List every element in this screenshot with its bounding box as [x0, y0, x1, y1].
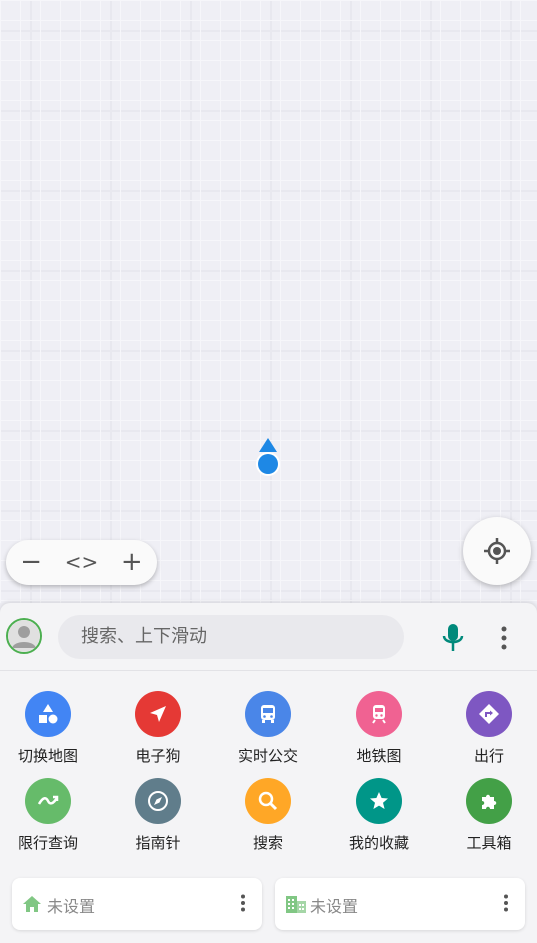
tool-label: 搜索	[252, 834, 283, 852]
star-icon	[356, 778, 402, 824]
shapes-icon	[25, 691, 71, 737]
puzzle-icon	[466, 778, 512, 824]
tool-label: 出行	[473, 747, 504, 765]
work-shortcut-card[interactable]: 未设置	[275, 878, 525, 930]
locate-me-button[interactable]	[463, 517, 531, 585]
tool-label: 限行查询	[17, 834, 78, 852]
tool-toolbox[interactable]: 工具箱	[439, 778, 537, 853]
zoom-out-button[interactable]: −	[11, 540, 51, 585]
zoom-control: − <> +	[6, 540, 157, 585]
tool-compass[interactable]: 指南针	[108, 778, 208, 853]
train-icon	[356, 691, 402, 737]
home-shortcut-label: 未设置	[47, 897, 96, 916]
tool-label: 我的收藏	[348, 834, 409, 852]
navigation-arrow-icon	[135, 691, 181, 737]
tool-label: 地铁图	[356, 747, 402, 765]
tool-label: 指南针	[135, 834, 181, 852]
bus-icon	[245, 691, 291, 737]
tool-e-dog[interactable]: 电子狗	[108, 691, 208, 766]
tool-label: 切换地图	[17, 747, 78, 765]
directions-icon	[466, 691, 512, 737]
home-icon	[23, 896, 41, 912]
tool-label: 工具箱	[466, 834, 512, 852]
tool-switch-map[interactable]: 切换地图	[0, 691, 98, 766]
trend-icon	[25, 778, 71, 824]
tool-favorites[interactable]: 我的收藏	[329, 778, 429, 853]
tool-label: 电子狗	[135, 747, 181, 765]
bottom-sheet[interactable]: 搜索、上下滑动 切换地图 电子狗 实时公交 地铁图 出行 限行查询 指南针 搜索…	[0, 603, 537, 943]
microphone-icon[interactable]	[441, 623, 465, 653]
tool-travel[interactable]: 出行	[439, 691, 537, 766]
user-icon	[8, 620, 40, 652]
compass-icon	[135, 778, 181, 824]
more-vert-icon[interactable]	[240, 894, 246, 912]
toggle-control-button[interactable]: <>	[61, 540, 101, 585]
search-input[interactable]: 搜索、上下滑动	[58, 615, 404, 659]
search-row: 搜索、上下滑动	[0, 603, 537, 671]
work-shortcut-label: 未设置	[310, 897, 359, 916]
crosshair-icon	[484, 538, 510, 564]
tool-search[interactable]: 搜索	[218, 778, 318, 853]
home-shortcut-card[interactable]: 未设置	[12, 878, 262, 930]
map-view[interactable]	[0, 0, 537, 603]
search-icon	[245, 778, 291, 824]
tool-realtime-bus[interactable]: 实时公交	[218, 691, 318, 766]
avatar[interactable]	[6, 618, 42, 654]
more-vert-icon[interactable]	[503, 894, 509, 912]
tool-label: 实时公交	[237, 747, 298, 765]
tool-subway-map[interactable]: 地铁图	[329, 691, 429, 766]
tool-restriction-query[interactable]: 限行查询	[0, 778, 98, 853]
zoom-in-button[interactable]: +	[112, 540, 152, 585]
current-location-marker	[256, 438, 280, 476]
more-vert-icon[interactable]	[496, 625, 512, 651]
building-icon	[286, 896, 306, 913]
